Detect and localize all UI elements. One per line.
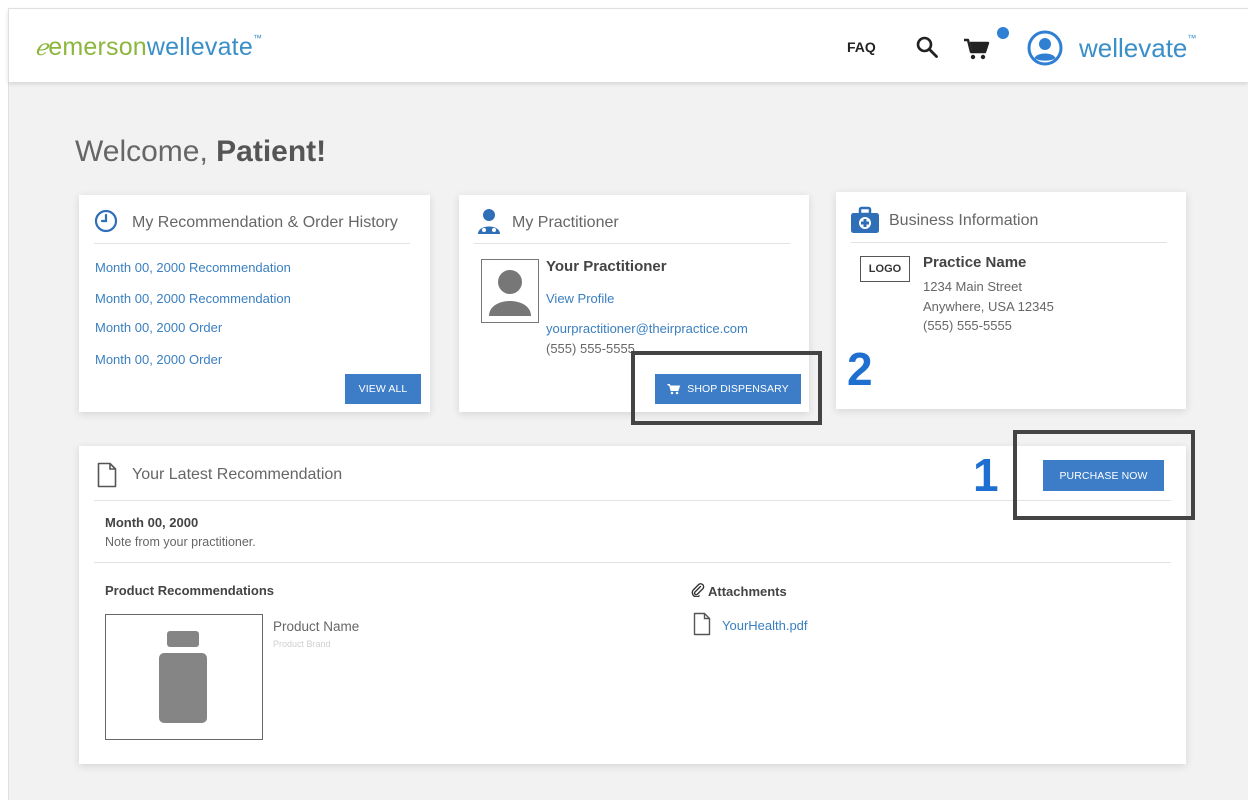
wellevate-text: wellevate [1079,33,1188,63]
product-brand: Product Brand [273,639,331,649]
clock-icon [94,209,118,233]
wellevate-tm: ™ [1187,33,1197,43]
practice-address-line1: 1234 Main Street [923,279,1023,294]
history-divider [94,243,410,244]
practitioner-phone: (555) 555-5555 [546,341,635,356]
practitioner-name: Your Practitioner [546,258,667,275]
business-divider [851,242,1167,243]
product-recommendations-heading: Product Recommendations [105,583,275,598]
practice-name: Practice Name [923,254,1027,271]
bottle-icon [159,631,207,723]
product-image[interactable] [105,614,263,740]
history-item[interactable]: Month 00, 2000 Recommendation [95,260,291,275]
wellevate-logo[interactable]: wellevate™ [1079,33,1196,64]
document-icon [97,462,117,488]
product-name[interactable]: Product Name [273,619,359,634]
file-icon [693,612,711,636]
view-profile-link[interactable]: View Profile [546,291,614,306]
history-item[interactable]: Month 00, 2000 Order [95,320,222,335]
brand-wellevate-text: wellevate [146,33,253,61]
cart-notification-dot [997,27,1009,39]
doctor-icon [478,209,500,234]
practitioner-avatar [481,259,539,323]
cart-icon[interactable] [963,37,991,61]
business-title: Business Information [889,212,1039,229]
practitioner-note: Note from your practitioner. [105,535,256,549]
practitioner-divider [474,243,790,244]
brand-tm: ™ [252,33,263,43]
business-card: Business Information LOGO Practice Name … [836,192,1186,409]
leaf-e-icon: ℯ [35,36,49,61]
view-all-button[interactable]: VIEW ALL [345,374,421,404]
latest-divider-bottom [94,562,1171,563]
faq-link[interactable]: FAQ [847,39,876,55]
practice-address-line2: Anywhere, USA 12345 [923,299,1054,314]
top-header: ℯemersonwellevate™ FAQ wellevate™ [8,8,1248,82]
practice-logo: LOGO [860,256,910,282]
history-item[interactable]: Month 00, 2000 Order [95,352,222,367]
brand-emerson-text: emerson [48,33,147,61]
history-item[interactable]: Month 00, 2000 Recommendation [95,291,291,306]
welcome-heading: Welcome, Patient! [75,135,326,169]
medical-kit-icon [851,206,879,233]
emerson-wellevate-logo[interactable]: ℯemersonwellevate™ [35,33,262,62]
latest-title: Your Latest Recommendation [132,466,343,483]
recommendation-date: Month 00, 2000 [105,515,199,530]
history-card: My Recommendation & Order History Month … [79,195,430,412]
callout-number-1: 1 [973,449,999,501]
callout-number-2: 2 [847,343,873,395]
welcome-name: Patient! [216,135,327,168]
practice-phone: (555) 555-5555 [923,318,1012,333]
practitioner-title: My Practitioner [512,214,619,231]
welcome-prefix: Welcome, [75,135,217,168]
attachment-link[interactable]: YourHealth.pdf [722,618,808,633]
callout-box-2 [631,351,822,425]
history-title: My Recommendation & Order History [132,214,398,231]
paperclip-icon [691,583,705,597]
user-account-icon[interactable] [1027,30,1063,66]
search-icon[interactable] [915,35,939,59]
practitioner-email-link[interactable]: yourpractitioner@theirpractice.com [546,321,748,336]
latest-divider-top [94,500,1171,501]
attachments-heading: Attachments [708,584,787,599]
callout-box-1 [1013,430,1195,520]
person-silhouette-icon [489,270,531,316]
